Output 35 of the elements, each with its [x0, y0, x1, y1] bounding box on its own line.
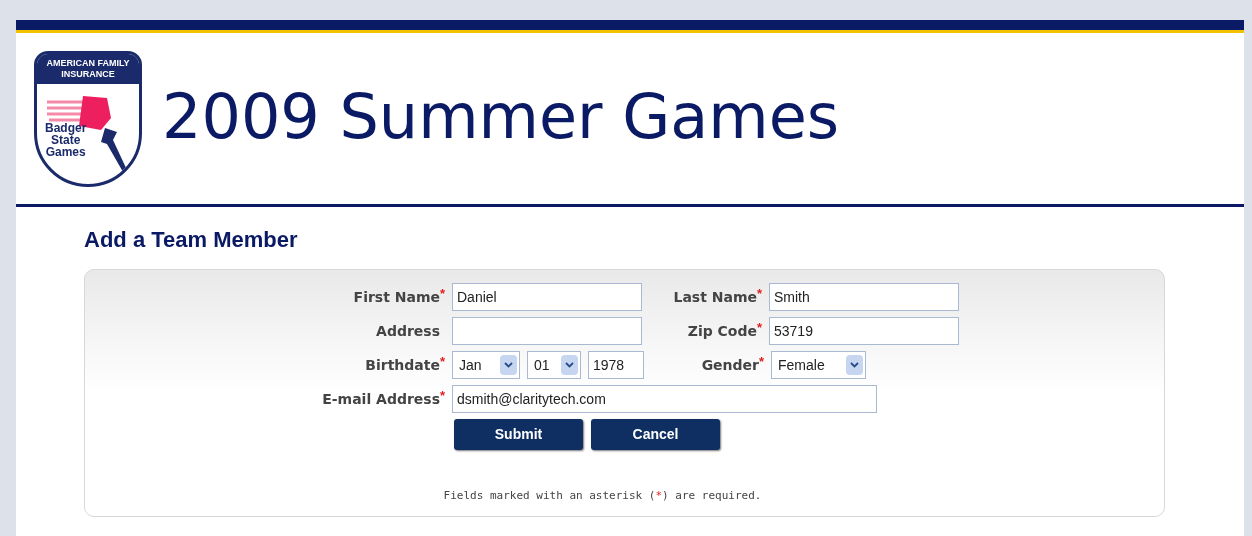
required-asterisk: * [757, 284, 763, 301]
logo-text: Badger [45, 121, 87, 134]
form-button[interactable]: Submit [454, 419, 583, 450]
required-asterisk: * [757, 318, 763, 335]
text-field[interactable]: dsmith@claritytech.com [452, 385, 877, 413]
page-title: 2009 Summer Games [162, 85, 840, 148]
dropdown-value: Jan [459, 355, 482, 375]
logo-text: INSURANCE [61, 68, 115, 80]
required-asterisk: * [440, 284, 446, 301]
field-label: E-mail Address [322, 389, 440, 409]
text-field[interactable]: 53719 [769, 317, 959, 345]
field-label: Gender [701, 355, 759, 375]
required-asterisk: * [440, 352, 446, 369]
required-asterisk: * [440, 386, 446, 403]
required-asterisk: * [759, 352, 765, 369]
text-field[interactable] [452, 317, 642, 345]
text-field[interactable]: Smith [769, 283, 959, 311]
logo-text: State [51, 133, 81, 146]
dropdown[interactable]: Jan [452, 351, 520, 379]
field-label: First Name [353, 287, 440, 307]
text-field[interactable]: Daniel [452, 283, 642, 311]
form-title: Add a Team Member [84, 229, 299, 251]
field-label: Address [376, 321, 440, 341]
dropdown[interactable]: 01 [527, 351, 581, 379]
dropdown-value: Female [778, 355, 825, 375]
dropdown-value: 01 [534, 355, 550, 375]
required-note: Fields marked with an asterisk (*) are required. [442, 488, 763, 504]
text-field[interactable]: 1978 [588, 351, 644, 379]
field-label: Birthdate [365, 355, 440, 375]
logo-text: Games [45, 145, 86, 158]
field-label: Zip Code [687, 321, 757, 341]
field-label: Last Name [673, 287, 757, 307]
form-button[interactable]: Cancel [591, 419, 720, 450]
dropdown[interactable]: Female [771, 351, 866, 379]
logo-text: AMERICAN FAMILY [46, 57, 130, 69]
